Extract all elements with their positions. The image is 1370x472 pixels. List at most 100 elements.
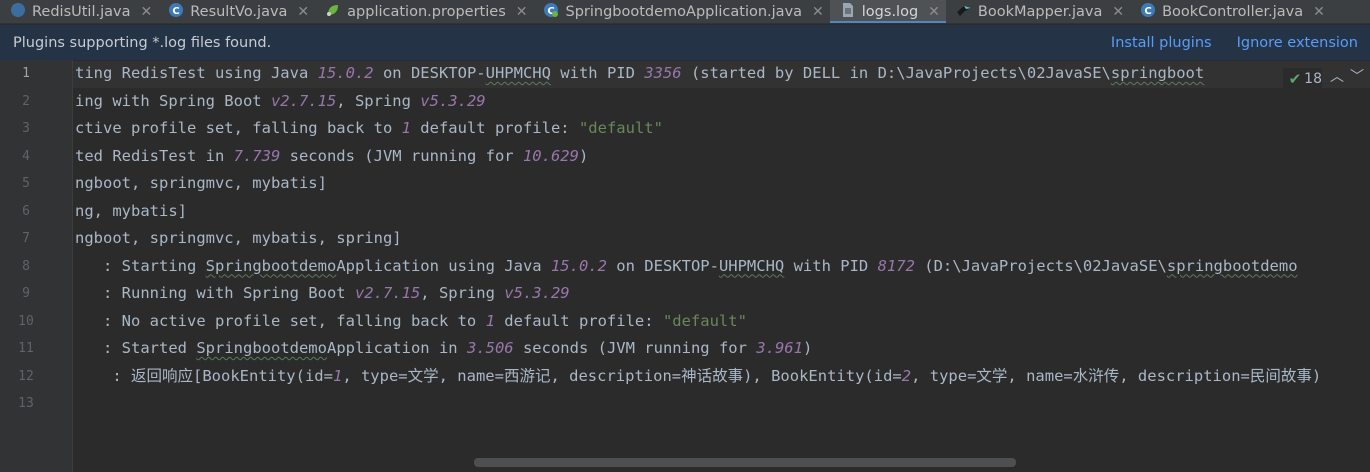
text-token: : 返回响应[BookEntity(id=	[75, 366, 333, 385]
text-token: seconds (JVM running for	[280, 146, 523, 165]
line-number: 9	[22, 286, 30, 301]
text-token: with PID	[550, 64, 645, 82]
line-number: 6	[22, 203, 30, 219]
text-token: ting RedisTest using Java	[75, 64, 318, 82]
close-icon[interactable]: ✕	[928, 4, 940, 20]
text-token: (started by DELL in D:\JavaProjects\02Ja…	[681, 64, 1111, 82]
line-number: 5	[22, 176, 30, 191]
text-token: seconds (JVM running for	[513, 339, 757, 357]
previous-highlight-icon[interactable]: ︿	[1330, 66, 1344, 86]
spring-class-icon: C	[543, 2, 565, 22]
class-icon: C	[168, 2, 190, 22]
text-token: ctive profile set, falling back to	[75, 119, 402, 137]
close-icon[interactable]: ✕	[812, 4, 824, 20]
tab-label: BookController.java	[1162, 4, 1304, 20]
tab-label: BookMapper.java	[977, 4, 1103, 20]
line-number: 11	[18, 341, 34, 356]
line-number-gutter[interactable]: 1 2 3 4 5 6 7 8 9 10 11 12 13	[0, 60, 72, 472]
text-token: on DESKTOP-	[606, 256, 719, 275]
close-icon[interactable]: ✕	[297, 4, 309, 20]
log-line[interactable]: : No active profile set, falling back to…	[75, 308, 747, 335]
line-number: 1	[22, 66, 30, 81]
log-line[interactable]: ngboot, springmvc, mybatis, spring]	[75, 225, 402, 252]
close-icon[interactable]: ✕	[1313, 4, 1325, 20]
log-line[interactable]: ng, mybatis]	[75, 198, 187, 225]
horizontal-scrollbar[interactable]	[474, 458, 1016, 467]
text-token: ngboot, springmvc, mybatis]	[75, 174, 327, 192]
text-token: UHPMCHQ	[718, 256, 785, 275]
log-line[interactable]: ctive profile set, falling back to 1 def…	[75, 115, 663, 142]
text-token: springbootdemo	[1166, 256, 1298, 275]
inspection-widget[interactable]: ✔ 18	[1282, 68, 1322, 90]
number-token: 1	[485, 311, 495, 330]
banner-message: Plugins supporting *.log files found.	[13, 34, 272, 51]
tab-label: RedisUtil.java	[32, 4, 131, 20]
log-line[interactable]: ting RedisTest using Java 15.0.2 on DESK…	[75, 60, 1204, 87]
text-token: springboot	[1110, 64, 1205, 82]
inspection-count: 18	[1304, 71, 1322, 87]
code-editor[interactable]: 1 2 3 4 5 6 7 8 9 10 11 12 13 ting RedisTest using J…	[0, 60, 1370, 472]
line-number: 10	[18, 313, 34, 329]
close-icon[interactable]: ✕	[516, 4, 528, 20]
next-highlight-icon[interactable]: ﹀	[1350, 66, 1364, 86]
tab-bookmapper-java[interactable]: BookMapper.java ✕	[946, 0, 1130, 23]
text-token: default profile:	[494, 311, 663, 330]
text-token: ng, mybatis]	[75, 201, 187, 220]
line-number: 8	[22, 258, 30, 274]
text-token: Springbootdemo	[205, 256, 337, 275]
ignore-extension-link[interactable]: Ignore extension	[1237, 35, 1358, 51]
gutter-divider	[72, 60, 73, 472]
text-token: , type=文学, name=西游记, description=神话故事), …	[342, 366, 902, 385]
svg-text:C: C	[173, 6, 180, 17]
string-token: "default"	[578, 119, 663, 137]
tab-springbootdemoapplication-java[interactable]: C SpringbootdemoApplication.java ✕	[533, 0, 829, 23]
plugin-notification-banner: Plugins supporting *.log files found. In…	[0, 25, 1370, 60]
text-token: : Started	[75, 339, 197, 357]
tab-bookcontroller-java[interactable]: C BookController.java ✕	[1130, 0, 1331, 23]
number-token: 15.0.2	[317, 64, 374, 82]
line-number: 7	[22, 231, 30, 246]
log-line[interactable]: ted RedisTest in 7.739 seconds (JVM runn…	[75, 143, 588, 170]
text-token: UHPMCHQ	[485, 64, 551, 82]
log-line[interactable]: ing with Spring Boot v2.7.15, Spring v5.…	[75, 88, 486, 115]
tab-redisutil-java[interactable]: RedisUtil.java ✕	[0, 0, 158, 23]
check-icon: ✔	[1288, 70, 1302, 88]
log-line[interactable]: ngboot, springmvc, mybatis]	[75, 170, 327, 197]
tab-label: application.properties	[347, 4, 506, 20]
text-token: with PID	[784, 256, 878, 275]
log-line[interactable]: : Started SpringbootdemoApplication in 3…	[75, 335, 812, 362]
number-token: 15.0.2	[550, 256, 607, 275]
log-line[interactable]: : 返回响应[BookEntity(id=1, type=文学, name=西游…	[75, 363, 1321, 390]
tab-label: SpringbootdemoApplication.java	[565, 4, 803, 20]
text-token: )	[578, 146, 589, 165]
line-number: 12	[18, 368, 34, 384]
class-icon: C	[1140, 2, 1162, 22]
tab-application-properties[interactable]: application.properties ✕	[315, 0, 533, 23]
number-token: 1	[401, 119, 411, 137]
number-token: 3.506	[466, 339, 514, 357]
number-token: 7.739	[233, 146, 281, 165]
log-line[interactable]: : Running with Spring Boot v2.7.15, Spri…	[75, 280, 570, 307]
text-token: (D:\JavaProjects\02JavaSE\	[914, 256, 1167, 275]
text-token: ngboot, springmvc, mybatis, spring]	[75, 229, 402, 247]
text-token: default profile:	[410, 119, 579, 137]
tab-resultvo-java[interactable]: C ResultVo.java ✕	[158, 0, 315, 23]
line-number: 4	[22, 148, 30, 164]
close-icon[interactable]: ✕	[1112, 4, 1124, 20]
java-class-icon	[10, 2, 32, 22]
close-icon[interactable]: ✕	[140, 4, 152, 20]
mybatis-bird-icon	[956, 2, 978, 22]
number-token: v2.7.15	[270, 91, 337, 110]
tab-logs-log[interactable]: logs.log ✕	[829, 0, 946, 23]
text-token: ted RedisTest in	[75, 146, 234, 165]
text-token: Springbootdemo	[196, 339, 327, 357]
editor-tab-bar: RedisUtil.java ✕ C ResultVo.java ✕ applicatio…	[0, 0, 1370, 24]
text-token: : Running with Spring Boot	[75, 284, 355, 302]
text-token: , Spring	[420, 284, 505, 302]
number-token: 1	[332, 366, 343, 385]
code-content[interactable]: ting RedisTest using Java 15.0.2 on DESK…	[75, 60, 1370, 472]
text-token: on DESKTOP-	[373, 64, 486, 82]
number-token: 8172	[877, 256, 915, 275]
log-line[interactable]: : Starting SpringbootdemoApplication usi…	[75, 253, 1298, 280]
install-plugins-link[interactable]: Install plugins	[1111, 35, 1212, 51]
